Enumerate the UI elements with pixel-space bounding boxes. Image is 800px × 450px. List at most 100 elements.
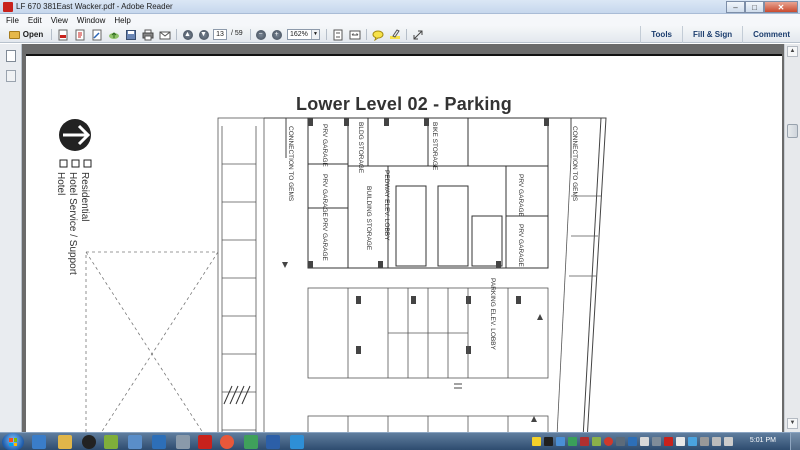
toolbar-separator xyxy=(250,29,251,40)
legend-swatch-residential xyxy=(59,159,68,168)
create-pdf-button[interactable] xyxy=(56,28,70,41)
print-button[interactable] xyxy=(141,28,155,41)
label-pedway-lobby: PEDWAY ELEV. LOBBY xyxy=(383,170,390,241)
legend-hotel: Hotel xyxy=(55,172,66,196)
taskbar-app-icon[interactable] xyxy=(104,435,118,449)
close-button[interactable]: ✕ xyxy=(764,1,798,13)
tray-icon[interactable] xyxy=(556,437,565,446)
save-icon xyxy=(126,29,136,40)
toolbar-separator xyxy=(366,29,367,40)
envelope-icon xyxy=(159,31,171,39)
fit-page-button[interactable] xyxy=(331,28,345,41)
scroll-thumb[interactable] xyxy=(787,124,798,138)
label-prv-garage-3: PRV GARAGE xyxy=(321,218,328,261)
edit-pdf-icon xyxy=(92,29,102,40)
zoom-value: 162% xyxy=(290,31,308,38)
vertical-scrollbar[interactable]: ▲ ▼ xyxy=(784,44,800,432)
highlight-button[interactable] xyxy=(388,28,402,41)
tray-icon[interactable] xyxy=(532,437,541,446)
legend-swatch-hotel xyxy=(83,159,92,168)
tray-icon[interactable] xyxy=(604,437,613,446)
toolbar-separator xyxy=(326,29,327,40)
sticky-note-button[interactable] xyxy=(371,28,385,41)
taskbar-outlook-icon[interactable] xyxy=(152,435,166,449)
tray-icon[interactable] xyxy=(652,437,661,446)
open-button[interactable]: Open xyxy=(4,28,48,41)
taskbar-explorer-icon[interactable] xyxy=(58,435,72,449)
taskbar-ie-icon[interactable] xyxy=(32,435,46,449)
taskbar-word-icon[interactable] xyxy=(266,435,280,449)
toolbar-separator xyxy=(176,29,177,40)
zoom-in-button[interactable]: + xyxy=(270,28,283,41)
tray-icon[interactable] xyxy=(628,437,637,446)
tab-comment[interactable]: Comment xyxy=(742,26,800,43)
tray-icon[interactable] xyxy=(688,437,697,446)
zoom-select[interactable]: 162% ▼ xyxy=(287,29,320,40)
label-bike-storage: BIKE STORAGE xyxy=(431,122,438,171)
tray-icon[interactable] xyxy=(640,437,649,446)
taskbar-chrome-icon[interactable] xyxy=(220,435,234,449)
menu-file[interactable]: File xyxy=(6,16,19,25)
previous-page-button[interactable]: ▲ xyxy=(181,28,194,41)
menu-bar: File Edit View Window Help xyxy=(0,14,800,26)
tray-icon[interactable] xyxy=(544,437,553,446)
legend-hotel-service: Hotel Service / Support xyxy=(67,172,78,275)
system-tray: 5:01 PM xyxy=(528,433,800,450)
tray-icon[interactable] xyxy=(580,437,589,446)
highlighter-icon xyxy=(390,28,400,39)
taskbar-media-icon[interactable] xyxy=(82,435,96,449)
zoom-out-button[interactable]: − xyxy=(254,28,267,41)
taskbar-excel-icon[interactable] xyxy=(244,435,258,449)
window-controls: – □ ✕ xyxy=(726,1,798,13)
page-number-input[interactable]: 13 xyxy=(213,29,227,40)
system-clock[interactable]: 5:01 PM xyxy=(750,437,776,444)
export-pdf-button[interactable] xyxy=(73,28,87,41)
tab-tools[interactable]: Tools xyxy=(640,26,682,43)
attachments-icon[interactable] xyxy=(6,70,16,82)
volume-icon[interactable] xyxy=(724,437,733,446)
minimize-button[interactable]: – xyxy=(726,1,745,13)
save-button[interactable] xyxy=(124,28,138,41)
taskbar-adobe-reader-icon[interactable] xyxy=(198,435,212,449)
tray-icon[interactable] xyxy=(568,437,577,446)
scroll-down-icon[interactable]: ▼ xyxy=(787,418,798,429)
open-label: Open xyxy=(22,30,44,39)
label-prv-garage-4: PRV GARAGE xyxy=(517,174,524,217)
navigation-pane xyxy=(0,44,22,432)
expand-button[interactable] xyxy=(411,28,425,41)
fit-width-icon xyxy=(349,30,361,39)
tab-fill-sign[interactable]: Fill & Sign xyxy=(682,26,742,43)
tray-icon[interactable] xyxy=(664,437,673,446)
fit-width-button[interactable] xyxy=(348,28,362,41)
arrow-down-icon: ▼ xyxy=(198,29,209,40)
menu-edit[interactable]: Edit xyxy=(28,16,42,25)
toolbar-separator xyxy=(51,29,52,40)
cloud-upload-icon xyxy=(109,31,119,39)
taskbar-app-icon[interactable] xyxy=(128,435,142,449)
taskbar: 5:01 PM xyxy=(0,432,800,450)
next-page-button[interactable]: ▼ xyxy=(197,28,210,41)
cloud-upload-button[interactable] xyxy=(107,28,121,41)
taskbar-app-icon[interactable] xyxy=(176,435,190,449)
start-button[interactable] xyxy=(2,433,24,450)
floor-plan-drawing xyxy=(59,117,607,432)
menu-view[interactable]: View xyxy=(51,16,68,25)
page-thumbnails-icon[interactable] xyxy=(6,50,16,62)
tray-icon[interactable] xyxy=(676,437,685,446)
flag-icon[interactable] xyxy=(700,437,709,446)
menu-help[interactable]: Help xyxy=(114,16,130,25)
show-desktop-button[interactable] xyxy=(790,433,800,450)
email-button[interactable] xyxy=(158,28,172,41)
taskbar-skype-icon[interactable] xyxy=(290,435,304,449)
menu-window[interactable]: Window xyxy=(77,16,105,25)
network-icon[interactable] xyxy=(712,437,721,446)
edit-pdf-button[interactable] xyxy=(90,28,104,41)
document-viewport[interactable]: Lower Level 02 - Parking Residential Hot… xyxy=(22,44,784,432)
tray-icon[interactable] xyxy=(592,437,601,446)
scroll-up-icon[interactable]: ▲ xyxy=(787,46,798,57)
tray-icon[interactable] xyxy=(616,437,625,446)
label-prv-garage-2: PRV GARAGE xyxy=(321,174,328,217)
export-pdf-icon xyxy=(75,29,85,40)
maximize-button[interactable]: □ xyxy=(745,1,764,13)
right-panel-tabs: Tools Fill & Sign Comment xyxy=(640,26,800,43)
